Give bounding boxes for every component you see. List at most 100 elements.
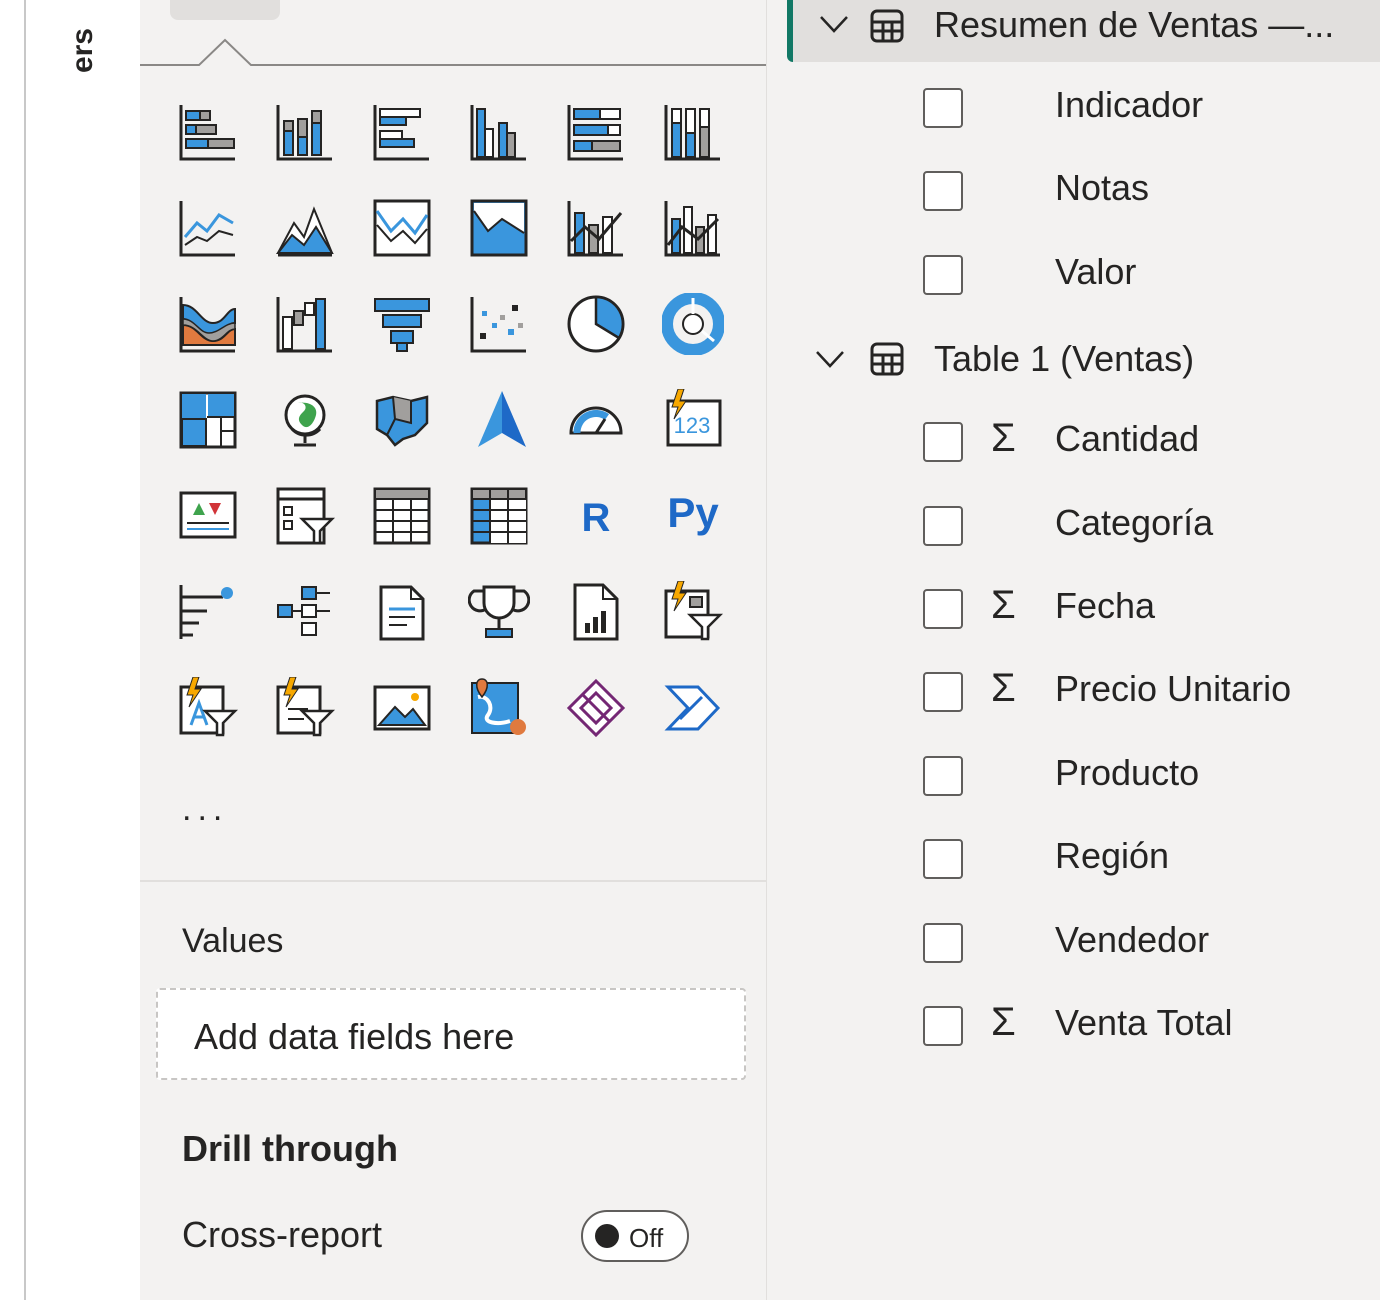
table-name: Resumen de Ventas —... (934, 4, 1335, 45)
viz-tab-bar (140, 0, 766, 66)
list-slicer-icon[interactable] (273, 676, 337, 740)
chevron-down-icon[interactable] (815, 349, 845, 369)
field-row[interactable]: Región (767, 825, 1380, 895)
line-and-stacked-column-chart-icon[interactable] (564, 196, 628, 260)
stacked-column-chart-icon[interactable] (273, 100, 337, 164)
field-checkbox[interactable] (923, 88, 963, 128)
area-chart-icon[interactable] (273, 196, 337, 260)
field-checkbox[interactable] (923, 839, 963, 879)
line-chart-icon[interactable] (176, 196, 240, 260)
key-influencers-icon[interactable] (176, 580, 240, 644)
field-label: Indicador (1055, 84, 1204, 125)
qa-icon[interactable] (370, 580, 434, 644)
collapsed-filters-pane[interactable] (0, 0, 26, 1300)
section-divider (140, 880, 766, 882)
ribbon-chart-icon[interactable] (176, 292, 240, 356)
drill-through-label: Drill through (182, 1128, 398, 1169)
scatter-chart-icon[interactable] (467, 292, 531, 356)
build-visual-tab[interactable] (170, 0, 280, 20)
table-name: Table 1 (Ventas) (934, 338, 1195, 379)
table-icon (870, 342, 904, 376)
slicer-icon[interactable] (273, 484, 337, 548)
field-checkbox[interactable] (923, 756, 963, 796)
cross-report-label: Cross-report (182, 1214, 383, 1255)
data-fields-pane: Resumen de Ventas —... Indicador Notas V… (767, 0, 1380, 1300)
field-label: Producto (1055, 752, 1200, 793)
decomposition-tree-icon[interactable] (273, 580, 337, 644)
100-stacked-column-chart-icon[interactable] (661, 100, 725, 164)
python-visual-text: Py (667, 489, 719, 536)
stacked-area-chart-icon[interactable] (370, 196, 434, 260)
visualizations-pane: 123 R Py ... Values Add data fields here… (140, 0, 767, 1300)
field-label: Precio Unitario (1055, 668, 1292, 709)
field-row[interactable]: Σ Precio Unitario (767, 658, 1380, 728)
values-drop-zone[interactable]: Add data fields here (156, 988, 746, 1080)
more-visuals-button[interactable]: ... (182, 790, 228, 829)
smart-narrative-slicer-icon[interactable] (661, 580, 725, 644)
sigma-icon: Σ (991, 416, 1016, 460)
field-label: Venta Total (1055, 1002, 1233, 1043)
r-visual-icon[interactable]: R (564, 484, 628, 548)
field-label: Cantidad (1055, 418, 1200, 459)
field-checkbox[interactable] (923, 506, 963, 546)
waterfall-chart-icon[interactable] (273, 292, 337, 356)
matrix-icon[interactable] (467, 484, 531, 548)
azure-map-icon[interactable] (467, 388, 531, 452)
field-row[interactable]: Producto (767, 742, 1380, 812)
donut-chart-icon[interactable] (661, 292, 725, 356)
sigma-icon: Σ (991, 666, 1016, 710)
gauge-icon[interactable] (564, 388, 628, 452)
filled-map-icon[interactable] (370, 388, 434, 452)
pie-chart-icon[interactable] (564, 292, 628, 356)
python-visual-icon[interactable]: Py (661, 484, 725, 548)
table-header-resumen[interactable]: Resumen de Ventas —... (787, 0, 1380, 62)
stacked-bar-chart-icon[interactable] (176, 100, 240, 164)
field-row[interactable]: Indicador (767, 74, 1380, 144)
treemap-icon[interactable] (176, 388, 240, 452)
map-icon[interactable] (273, 388, 337, 452)
table-icon[interactable] (370, 484, 434, 548)
kpi-icon[interactable] (176, 484, 240, 548)
table-header-ventas[interactable]: Table 1 (Ventas) (767, 324, 1380, 394)
arcgis-map-icon[interactable] (467, 676, 531, 740)
trophy-icon[interactable] (467, 580, 531, 644)
field-checkbox[interactable] (923, 255, 963, 295)
field-checkbox[interactable] (923, 171, 963, 211)
tab-indicator-caret (198, 38, 252, 66)
toggle-knob (595, 1224, 619, 1248)
power-automate-icon[interactable] (661, 676, 725, 740)
field-checkbox[interactable] (923, 1006, 963, 1046)
field-label: Notas (1055, 167, 1150, 208)
field-row[interactable]: Σ Fecha (767, 575, 1380, 645)
field-checkbox[interactable] (923, 923, 963, 963)
field-label: Categoría (1055, 502, 1214, 543)
image-icon[interactable] (370, 676, 434, 740)
chevron-down-icon[interactable] (819, 14, 849, 34)
field-row[interactable]: Vendedor (767, 909, 1380, 979)
card-icon[interactable]: 123 (661, 388, 725, 452)
line-and-clustered-column-chart-icon[interactable] (661, 196, 725, 260)
field-label: Región (1055, 835, 1170, 876)
field-row[interactable]: Categoría (767, 492, 1380, 562)
toggle-state-text: Off (629, 1223, 664, 1253)
field-checkbox[interactable] (923, 672, 963, 712)
field-row[interactable]: Notas (767, 157, 1380, 227)
field-checkbox[interactable] (923, 589, 963, 629)
field-checkbox[interactable] (923, 422, 963, 462)
power-apps-icon[interactable] (564, 676, 628, 740)
table-icon (870, 9, 904, 43)
field-row[interactable]: Valor (767, 241, 1380, 311)
text-slicer-icon[interactable] (176, 676, 240, 740)
100-stacked-bar-chart-icon[interactable] (564, 100, 628, 164)
100-stacked-area-chart-icon[interactable] (467, 196, 531, 260)
field-label: Vendedor (1055, 919, 1210, 960)
paginated-report-icon[interactable] (564, 580, 628, 644)
cross-report-toggle[interactable]: Off (581, 1210, 689, 1262)
field-row[interactable]: Σ Venta Total (767, 992, 1380, 1062)
field-row[interactable]: Σ Cantidad (767, 408, 1380, 478)
clustered-column-chart-icon[interactable] (467, 100, 531, 164)
card-icon-text: 123 (674, 413, 711, 438)
sigma-icon: Σ (991, 583, 1016, 627)
funnel-chart-icon[interactable] (370, 292, 434, 356)
clustered-bar-chart-icon[interactable] (370, 100, 434, 164)
